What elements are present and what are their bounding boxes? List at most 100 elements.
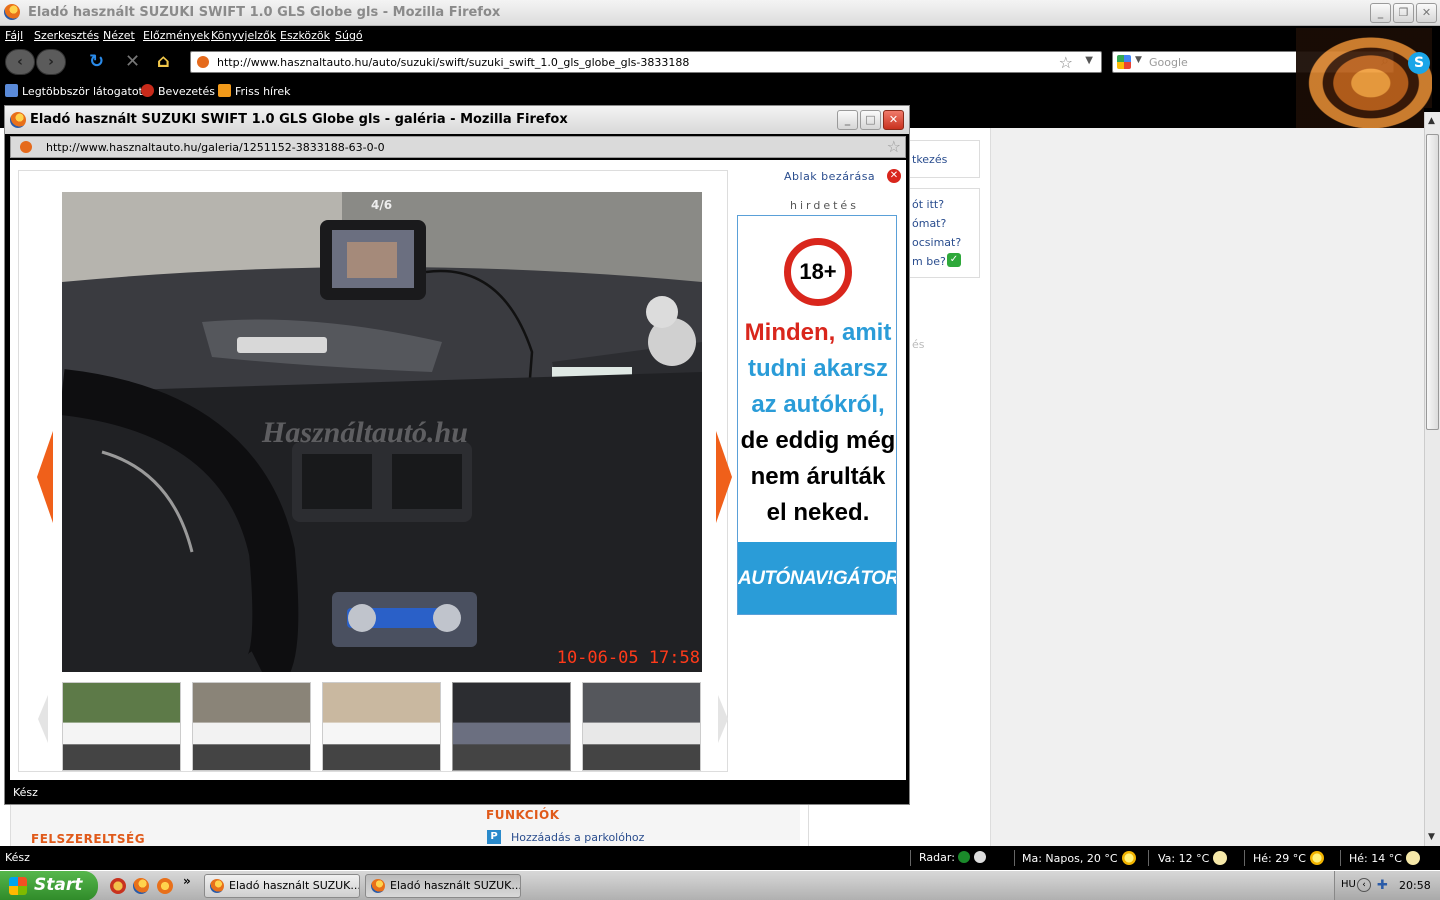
popup-url-bar[interactable]: http://www.hasznaltauto.hu/galeria/12511…: [10, 136, 906, 158]
url-dropdown-icon[interactable]: ▼: [1085, 55, 1093, 66]
previous-photo-arrow-icon[interactable]: [37, 431, 53, 523]
ad-line-text: de eddig még: [740, 427, 896, 454]
popup-close-button[interactable]: ✕: [883, 110, 904, 130]
main-photo[interactable]: Használtautó.hu 4/6 10-06-05 17:58: [62, 192, 702, 672]
firefox-icon: [10, 112, 26, 128]
ad-footer: AUTÓNAV!GÁTOR: [738, 542, 897, 614]
scroll-up-icon[interactable]: ▲: [1428, 116, 1435, 126]
popup-minimize-button[interactable]: _: [837, 110, 858, 130]
ad-line-text: az autókról,: [751, 391, 885, 418]
weather-monday-night[interactable]: Hé: 14 °C: [1349, 851, 1420, 865]
tray-expand-icon[interactable]: ‹: [1357, 878, 1371, 892]
stop-icon[interactable]: ✕: [125, 51, 140, 73]
main-window-controls: _ ❐ ✕: [1370, 3, 1437, 23]
minimize-button[interactable]: _: [1370, 3, 1391, 23]
close-button[interactable]: ✕: [1416, 3, 1437, 23]
clock[interactable]: 20:58: [1399, 879, 1431, 892]
menubar: Fájl Szerkesztés Nézet Előzmények Könyvj…: [0, 26, 1440, 46]
site-identity-icon[interactable]: [20, 141, 32, 153]
main-window-title: Eladó használt SUZUKI SWIFT 1.0 GLS Glob…: [28, 5, 501, 20]
radar-label[interactable]: Radar:: [919, 851, 986, 864]
advertisement-banner[interactable]: 18+ Minden, amit tudni akarsz az autókról,…: [737, 215, 897, 615]
reload-icon[interactable]: ↻: [89, 51, 104, 73]
task-button-2[interactable]: Eladó használt SUZUK...: [365, 874, 521, 898]
weather-sunday[interactable]: Va: 12 °C: [1158, 851, 1228, 865]
scrollbar-thumb[interactable]: [1426, 134, 1439, 430]
gallery-thumbnail[interactable]: [322, 682, 441, 771]
gallery-thumbnail[interactable]: [62, 682, 181, 771]
thumbnails-prev-arrow-icon[interactable]: [38, 695, 48, 743]
next-photo-arrow-icon[interactable]: [716, 431, 732, 523]
quicklaunch-more-icon[interactable]: »: [183, 874, 191, 888]
persona-tiger-image: [1296, 28, 1432, 128]
sidebar-link-4[interactable]: m be?: [912, 255, 946, 268]
status-separator: [1148, 850, 1149, 866]
quicklaunch-app-icon[interactable]: [157, 878, 173, 894]
main-status-text: Kész: [5, 851, 30, 864]
sidebar-link-2[interactable]: ómat?: [912, 217, 946, 230]
menu-help[interactable]: Súgó: [335, 29, 363, 42]
photo-timestamp: 10-06-05 17:58: [556, 648, 700, 668]
sidebar-link-1[interactable]: ót itt?: [912, 198, 944, 211]
search-placeholder[interactable]: Google: [1149, 56, 1188, 69]
page-scrollbar[interactable]: ▲ ▼: [1424, 112, 1440, 846]
ad-line: tudni akarsz: [738, 352, 896, 386]
sidebar-link-3[interactable]: ocsimat?: [912, 236, 961, 249]
ad-line: de eddig még: [738, 424, 896, 458]
back-button[interactable]: ‹: [5, 49, 35, 75]
quicklaunch-firefox-icon[interactable]: [133, 878, 149, 894]
ad-line-text: Minden,: [744, 319, 836, 346]
page-faded-text: és: [912, 338, 925, 351]
forward-button[interactable]: ›: [36, 49, 66, 75]
bookmark-news[interactable]: Friss hírek: [218, 84, 291, 98]
weather-today[interactable]: Ma: Napos, 20 °C: [1022, 851, 1136, 865]
ad-brand-logo: AUTÓNAV!GÁTOR: [738, 568, 897, 589]
start-button[interactable]: Start: [0, 871, 98, 900]
gallery-thumbnail[interactable]: [582, 682, 701, 771]
menu-edit[interactable]: Szerkesztés: [34, 29, 99, 42]
bookmark-star-icon[interactable]: ☆: [1059, 53, 1073, 72]
gallery-thumbnail[interactable]: [192, 682, 311, 771]
gallery-frame: Használtautó.hu 4/6 10-06-05 17:58: [18, 170, 732, 772]
maximize-button[interactable]: ❐: [1393, 3, 1414, 23]
quicklaunch-opera-icon[interactable]: [110, 878, 126, 894]
menu-file[interactable]: Fájl: [5, 29, 23, 42]
popup-maximize-button[interactable]: □: [860, 110, 881, 130]
add-to-parking-link[interactable]: Hozzáadás a parkolóhoz: [511, 831, 644, 844]
google-icon[interactable]: [1117, 55, 1131, 69]
bookmark-most-visited[interactable]: Legtöbbször látogatott: [5, 84, 147, 98]
shield-check-icon: ✓: [947, 253, 961, 267]
ad-line: Minden, amit: [738, 316, 896, 350]
close-window-link[interactable]: Ablak bezárása: [784, 170, 875, 183]
menu-bookmarks[interactable]: Könyvjelzők: [211, 29, 276, 42]
weather-monday[interactable]: Hé: 29 °C: [1253, 851, 1324, 865]
task-button-1[interactable]: Eladó használt SUZUK...: [204, 874, 360, 898]
rss-icon: [218, 84, 231, 97]
system-tray: HU ‹ ✚ 20:58: [1334, 871, 1440, 900]
language-indicator[interactable]: HU: [1341, 879, 1356, 890]
thumbnails-next-arrow-icon[interactable]: [718, 695, 728, 743]
url-bar[interactable]: http://www.hasznaltauto.hu/auto/suzuki/s…: [190, 51, 1102, 73]
network-icon[interactable]: ✚: [1377, 878, 1388, 893]
close-x-icon[interactable]: ✕: [887, 169, 901, 183]
advertisement-label: hirdetés: [790, 199, 859, 212]
gallery-thumbnail[interactable]: [452, 682, 571, 771]
section-heading-functions: FUNKCIÓK: [486, 808, 560, 822]
bookmark-star-icon[interactable]: ☆: [887, 137, 901, 156]
menu-history[interactable]: Előzmények: [143, 29, 210, 42]
site-identity-icon[interactable]: [197, 56, 209, 68]
scroll-down-icon[interactable]: ▼: [1428, 832, 1435, 842]
skype-icon[interactable]: S: [1408, 52, 1430, 74]
popup-url-text[interactable]: http://www.hasznaltauto.hu/galeria/12511…: [46, 141, 385, 154]
sun-icon: [1309, 851, 1324, 865]
bookmark-getting-started[interactable]: Bevezetés: [141, 84, 215, 98]
sidebar-link-login[interactable]: tkezés: [912, 153, 947, 166]
menu-view[interactable]: Nézet: [103, 29, 135, 42]
popup-status-text: Kész: [13, 786, 38, 799]
home-icon[interactable]: ⌂: [157, 51, 170, 73]
ad-line: az autókról,: [738, 388, 896, 422]
ad-line-text: nem árulták: [750, 463, 886, 490]
menu-tools[interactable]: Eszközök: [280, 29, 330, 42]
search-engine-dropdown-icon[interactable]: ▼: [1135, 55, 1142, 65]
url-text[interactable]: http://www.hasznaltauto.hu/auto/suzuki/s…: [217, 56, 689, 69]
